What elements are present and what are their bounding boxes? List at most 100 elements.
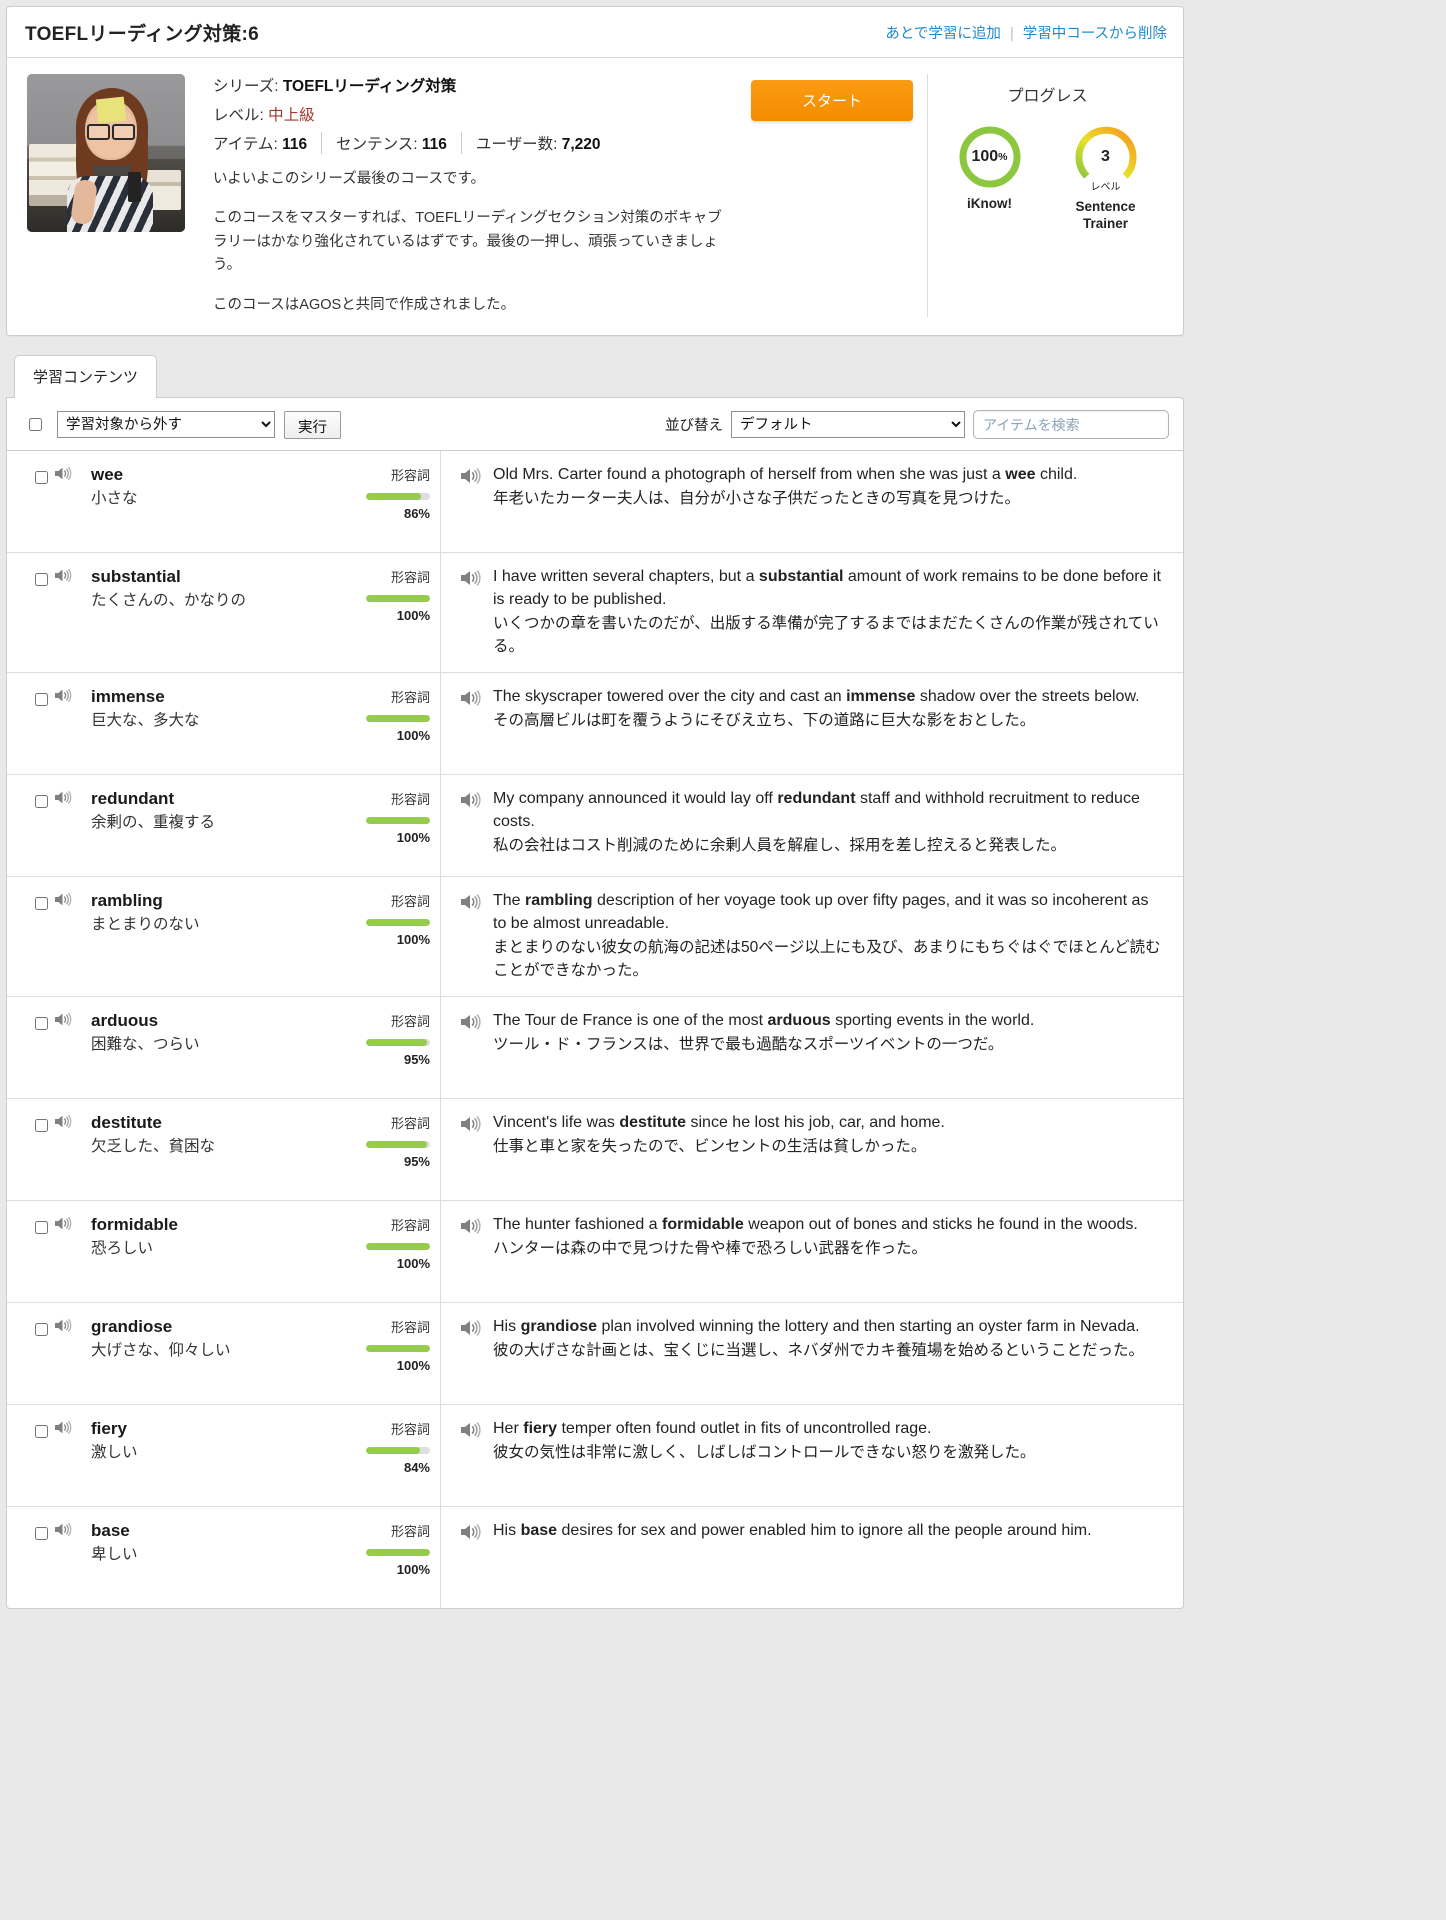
add-to-study-later-link[interactable]: あとで学習に追加: [885, 26, 1001, 42]
sentences-label: センテンス:: [336, 136, 418, 153]
item-checkbox[interactable]: [35, 1119, 48, 1133]
sentence-audio-cell[interactable]: [459, 686, 493, 760]
word-audio-cell[interactable]: [53, 686, 85, 760]
mastery-percent: 95%: [403, 1052, 430, 1068]
sentence-post: plan involved winning the lottery and th…: [597, 1318, 1140, 1336]
item-sentence: Vincent's life was destitute since he lo…: [493, 1112, 1165, 1186]
speaker-icon[interactable]: [459, 1421, 481, 1439]
sentence-audio-cell[interactable]: [459, 890, 493, 982]
sentence-audio-cell[interactable]: [459, 788, 493, 862]
item-checkbox[interactable]: [35, 1017, 48, 1031]
speaker-icon[interactable]: [459, 1217, 481, 1235]
progress-gauges: 100% iKnow! 3 レベル Sentence Trainer: [947, 124, 1149, 233]
item-checkbox[interactable]: [35, 693, 48, 707]
level-label: レベル:: [213, 107, 264, 124]
speaker-icon[interactable]: [53, 1420, 72, 1435]
sentence-audio-cell[interactable]: [459, 566, 493, 658]
speaker-icon[interactable]: [53, 790, 72, 805]
series-label: シリーズ:: [213, 78, 279, 95]
sentence-pre: His: [493, 1522, 521, 1540]
speaker-icon[interactable]: [53, 1114, 72, 1129]
speaker-icon[interactable]: [53, 568, 72, 583]
speaker-icon[interactable]: [53, 466, 72, 481]
item-checkbox[interactable]: [35, 471, 48, 485]
speaker-icon[interactable]: [53, 892, 72, 907]
mastery-percent: 100%: [396, 1562, 430, 1578]
item-checkbox[interactable]: [35, 573, 48, 587]
start-button[interactable]: スタート: [751, 80, 913, 121]
speaker-icon[interactable]: [459, 1115, 481, 1133]
sentence-audio-cell[interactable]: [459, 1010, 493, 1084]
word-audio-cell[interactable]: [53, 1418, 85, 1492]
sentence-pre: The skyscraper towered over the city and…: [493, 688, 847, 706]
item-checkbox[interactable]: [35, 795, 48, 809]
item-word-cell: base 卑しい 形容詞 100%: [7, 1507, 441, 1609]
word-audio-cell[interactable]: [53, 1010, 85, 1084]
item-checkbox[interactable]: [35, 1425, 48, 1439]
item-checkbox[interactable]: [35, 897, 48, 911]
item-word-cell: substantial たくさんの、かなりの 形容詞 100%: [7, 553, 441, 673]
speaker-icon[interactable]: [53, 1318, 72, 1333]
stat-users: ユーザー数: 7,220: [460, 132, 615, 154]
speaker-icon[interactable]: [53, 688, 72, 703]
sentence-target-word: redundant: [777, 790, 856, 808]
sentence-pre: Vincent's life was: [493, 1114, 620, 1132]
speaker-icon[interactable]: [53, 1522, 72, 1537]
sentence-pre: My company announced it would lay off: [493, 790, 778, 808]
sentence-trainer-gauge-wrap: 3 レベル Sentence Trainer: [1063, 124, 1149, 233]
word-audio-cell[interactable]: [53, 464, 85, 538]
speaker-icon[interactable]: [53, 1216, 72, 1231]
word-audio-cell[interactable]: [53, 1112, 85, 1186]
speaker-icon[interactable]: [459, 1523, 481, 1541]
speaker-icon[interactable]: [459, 569, 481, 587]
speaker-icon[interactable]: [459, 893, 481, 911]
tab-study-content[interactable]: 学習コンテンツ: [14, 355, 158, 399]
sentence-audio-cell[interactable]: [459, 1316, 493, 1390]
sentence-audio-cell[interactable]: [459, 1520, 493, 1594]
speaker-icon[interactable]: [459, 791, 481, 809]
item-meta: 形容詞 95%: [342, 1010, 430, 1084]
word-audio-cell[interactable]: [53, 788, 85, 862]
item-part-of-speech: 形容詞: [390, 570, 430, 586]
sentence-audio-cell[interactable]: [459, 1214, 493, 1288]
mastery-progress-bar: [366, 1345, 430, 1353]
sentence-post: desires for sex and power enabled him to…: [557, 1522, 1092, 1540]
sentence-translation: ハンターは森の中で見つけた骨や棒で恐ろしい武器を作った。: [493, 1240, 928, 1258]
speaker-icon[interactable]: [53, 1012, 72, 1027]
table-row: destitute 欠乏した、貧困な 形容詞 95% Vincent's life wa…: [7, 1098, 1183, 1201]
sentence-audio-cell[interactable]: [459, 464, 493, 538]
sentence-audio-cell[interactable]: [459, 1418, 493, 1492]
item-checkbox[interactable]: [35, 1323, 48, 1337]
word-text-cell: substantial たくさんの、かなりの: [85, 566, 342, 658]
word-audio-cell[interactable]: [53, 1520, 85, 1594]
speaker-icon[interactable]: [459, 1319, 481, 1337]
sentence-target-word: substantial: [758, 568, 844, 586]
sentence-audio-cell[interactable]: [459, 1112, 493, 1186]
sentence-trainer-label: Sentence Trainer: [1075, 199, 1136, 231]
sort-select[interactable]: デフォルト: [731, 411, 965, 439]
item-sentence: The Tour de France is one of the most ar…: [493, 1010, 1165, 1084]
word-audio-cell[interactable]: [53, 1316, 85, 1390]
mastery-percent: 100%: [396, 1358, 430, 1374]
item-meta: 形容詞 100%: [342, 686, 430, 760]
speaker-icon[interactable]: [459, 689, 481, 707]
table-row: formidable 恐ろしい 形容詞 100% The hunter fashione…: [7, 1200, 1183, 1303]
word-audio-cell[interactable]: [53, 890, 85, 982]
bulk-action-select[interactable]: 学習対象から外す: [57, 411, 275, 439]
word-audio-cell[interactable]: [53, 566, 85, 658]
word-audio-cell[interactable]: [53, 1214, 85, 1288]
item-part-of-speech: 形容詞: [390, 1116, 430, 1132]
sentence-target-word: arduous: [767, 1012, 831, 1030]
speaker-icon[interactable]: [459, 1013, 481, 1031]
execute-button[interactable]: 実行: [284, 410, 341, 439]
speaker-icon[interactable]: [459, 467, 481, 485]
item-checkbox[interactable]: [35, 1221, 48, 1235]
search-input[interactable]: [973, 410, 1169, 440]
item-word-cell: destitute 欠乏した、貧困な 形容詞 95%: [7, 1099, 441, 1201]
item-checkbox[interactable]: [35, 1527, 48, 1541]
remove-from-course-link[interactable]: 学習中コースから削除: [1023, 26, 1167, 42]
sentence-translation: いくつかの章を書いたのだが、出版する準備が完了するまではまだたくさんの作業が残さ…: [493, 614, 1159, 656]
sentence-target-word: base: [520, 1522, 558, 1540]
select-all-checkbox[interactable]: [29, 418, 42, 432]
item-translation: 小さな: [91, 489, 138, 507]
